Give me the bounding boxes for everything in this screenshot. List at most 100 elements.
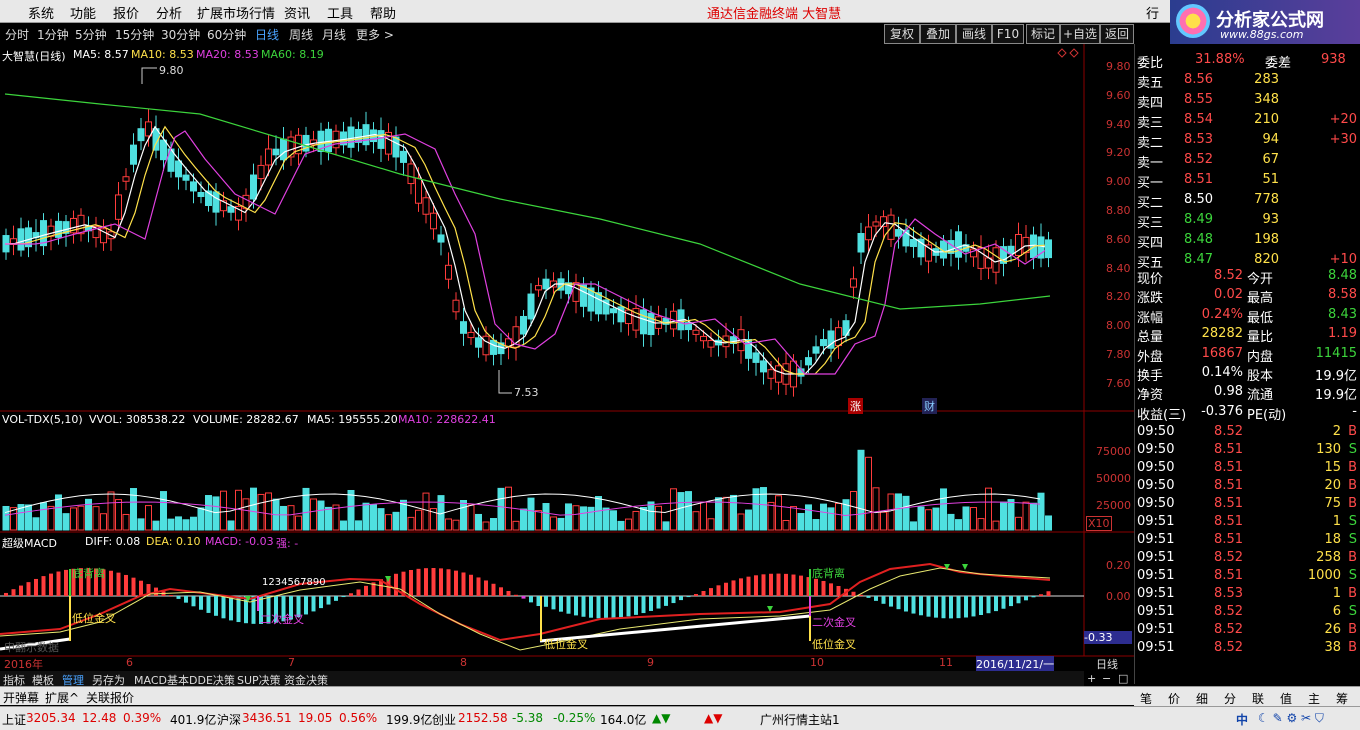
period-more[interactable]: 更多 > — [356, 26, 394, 43]
macd-axis-000: 0.00 — [1106, 590, 1131, 603]
bid-price: 8.50 — [1184, 192, 1213, 207]
expand-icon[interactable]: □ — [1118, 672, 1128, 685]
stat-label: 最低 — [1247, 310, 1274, 326]
draw-line-button[interactable]: 画线 — [956, 24, 992, 44]
period-15min[interactable]: 15分钟 — [115, 26, 154, 43]
up-down-icon: ▲▼ — [652, 711, 671, 725]
server-name[interactable]: 广州行情主站1 — [760, 711, 840, 728]
mark-button[interactable]: 标记 — [1026, 24, 1060, 44]
rise-tag[interactable]: 涨 — [848, 398, 863, 414]
period-daily[interactable]: 日线 — [255, 26, 279, 43]
cy-index-change: -5.38 — [512, 711, 544, 725]
period-monthly[interactable]: 月线 — [322, 26, 346, 43]
tick-tab[interactable]: 价 — [1168, 690, 1180, 707]
quote-row: 买三 8.49 93 — [1135, 212, 1360, 231]
quote-row: 09:50 8.51 15 B — [1135, 460, 1360, 478]
arrow-down-icon — [962, 564, 968, 570]
site-logo: 分析家公式网 www.88gs.com — [1170, 0, 1360, 44]
tick-tab[interactable]: 值 — [1280, 690, 1292, 707]
period-weekly[interactable]: 周线 — [289, 26, 313, 43]
menu-item-row[interactable]: 行 — [1146, 3, 1159, 22]
quote-row: 换手 0.14% 股本 19.9亿 — [1135, 365, 1360, 384]
price-axis-label: 9.60 — [1106, 88, 1131, 102]
tick-tab[interactable]: 分 — [1224, 690, 1236, 707]
period-60min[interactable]: 60分钟 — [207, 26, 246, 43]
tick-volume: 15 — [1324, 460, 1341, 475]
date-axis-11: 11 — [939, 656, 953, 669]
tick-tab[interactable]: 筹 — [1336, 690, 1348, 707]
menu-item-analysis[interactable]: 分析 — [156, 3, 182, 22]
bottom-divergence-label-2: 底背离 — [812, 567, 845, 580]
stat-label: 量比 — [1247, 330, 1274, 346]
tick-direction: S — [1348, 604, 1357, 619]
tick-tab[interactable]: 细 — [1196, 690, 1208, 707]
danmu-button[interactable]: 开弹幕 — [3, 689, 39, 706]
zoom-in-icon[interactable]: + — [1087, 672, 1096, 685]
sh-index-label: 上证 — [2, 713, 27, 727]
add-favorite-button[interactable]: +自选 — [1060, 24, 1100, 44]
period-30min[interactable]: 30分钟 — [161, 26, 200, 43]
price-axis-label: 7.80 — [1106, 348, 1131, 361]
period-1min[interactable]: 1分钟 — [37, 26, 69, 43]
overlay-button[interactable]: 叠加 — [920, 24, 956, 44]
f10-button[interactable]: F10 — [992, 24, 1024, 44]
price-axis-label: 8.40 — [1106, 261, 1131, 275]
tick-volume: 258 — [1316, 550, 1341, 565]
date-axis-8: 8 — [460, 656, 467, 669]
bid-price: 8.49 — [1184, 212, 1213, 227]
stat-label: 今开 — [1247, 272, 1274, 287]
stat-label: 涨跌 — [1137, 291, 1164, 307]
ime-indicator[interactable]: 中 — [1236, 711, 1248, 728]
quote-row: 09:50 8.51 20 B — [1135, 478, 1360, 496]
date-axis-10: 10 — [810, 656, 824, 669]
menu-item-ext-market[interactable]: 扩展市场行情 — [197, 3, 275, 22]
tick-time: 09:51 — [1137, 604, 1175, 619]
arrow-down-icon — [767, 606, 773, 612]
restore-rights-button[interactable]: 复权 — [884, 24, 920, 44]
menu-item-system[interactable]: 系统 — [28, 3, 54, 22]
period-5min[interactable]: 5分钟 — [75, 26, 107, 43]
quote-row: 卖四 8.55 348 — [1135, 92, 1360, 111]
bid-price: 8.51 — [1184, 172, 1213, 187]
menu-item-function[interactable]: 功能 — [70, 3, 96, 22]
tick-tab[interactable]: 联 — [1252, 690, 1264, 707]
back-button[interactable]: 返回 — [1100, 24, 1134, 44]
bid-volume: 51 — [1262, 172, 1279, 187]
cy-index-amount: 164.0亿 — [600, 713, 647, 727]
low-golden-cross-label-1: 低位金叉 — [72, 612, 116, 625]
second-golden-cross-label-2: 二次金叉 — [812, 616, 856, 629]
macd-value-box: -0.33 — [1084, 631, 1132, 644]
tick-tab[interactable]: 主 — [1308, 690, 1320, 707]
quote-row: 买二 8.50 778 — [1135, 192, 1360, 211]
related-quote-button[interactable]: 关联报价 — [86, 689, 134, 706]
tick-volume: 75 — [1324, 496, 1341, 511]
menu-item-help[interactable]: 帮助 — [370, 3, 396, 22]
extend-button[interactable]: 扩展^ — [45, 689, 79, 706]
ime-icons[interactable]: ☾ ✎ ⚙ ✂ ⛉ — [1258, 711, 1324, 726]
sh-index-amount: 401.9亿 — [170, 713, 217, 727]
tick-time: 09:51 — [1137, 568, 1175, 583]
macd-dea-legend: DEA: 0.10 — [146, 535, 201, 548]
ask-price: 8.55 — [1184, 92, 1213, 107]
tick-direction: B — [1348, 460, 1357, 475]
stat-value: 19.9亿 — [1315, 369, 1357, 384]
finance-tag[interactable]: 财 — [922, 398, 937, 414]
price-axis-label: 7.60 — [1106, 376, 1131, 390]
stat-value: - — [1352, 403, 1357, 419]
zoom-out-icon[interactable]: − — [1102, 672, 1111, 685]
flower-logo-icon — [1176, 4, 1210, 38]
menu-item-news[interactable]: 资讯 — [284, 3, 310, 22]
bid-price: 8.48 — [1184, 232, 1213, 247]
menu-item-quote[interactable]: 报价 — [113, 3, 139, 22]
date-axis-year: 2016年 — [4, 658, 43, 671]
menu-item-tools[interactable]: 工具 — [327, 3, 353, 22]
macd-strength-legend: 强: - — [276, 537, 299, 550]
stat-label: 流通 — [1247, 388, 1274, 404]
macd-dea-line — [0, 567, 1051, 651]
period-fenshi[interactable]: 分时 — [5, 26, 29, 43]
bid-label: 买四 — [1137, 236, 1164, 251]
stat-value: -0.376 — [1201, 403, 1243, 419]
tick-tab[interactable]: 笔 — [1140, 690, 1152, 707]
chart-area[interactable] — [0, 44, 1134, 684]
cursor-date-box: 2016/11/21/一 — [976, 656, 1055, 672]
